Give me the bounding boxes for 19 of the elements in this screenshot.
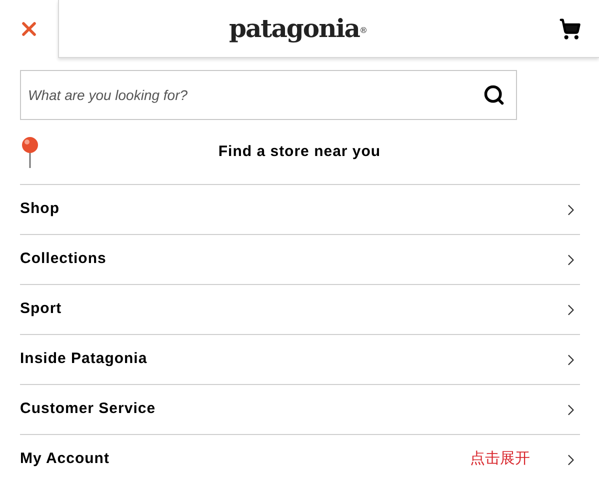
menu-item[interactable]: Collections [20,234,580,284]
menu-item-label: Sport [20,299,63,320]
store-locator-link[interactable]: Find a store near you [40,140,579,164]
menu-item-label: Inside Patagonia [20,349,148,370]
menu-item[interactable]: Inside Patagonia [20,334,580,384]
search-field[interactable]: What are you looking for? [20,70,517,120]
expand-hint: 点击展开 [470,449,530,470]
cart-icon[interactable] [559,18,581,40]
menu-item-label: Customer Service [20,399,157,420]
menu-item[interactable]: Shop [20,184,580,234]
search-icon[interactable] [483,84,505,106]
menu-item[interactable]: Customer Service [20,384,580,434]
logo[interactable]: patagonia$^{®}$ [229,10,366,48]
map-pin-icon [20,135,40,169]
menu-item-label: Shop [20,199,60,220]
menu-item[interactable]: Sport [20,284,580,334]
menu-item[interactable]: My Account 点击展开 [20,434,580,484]
menu-item-label: My Account [20,449,110,470]
menu-item-label: Collections [20,249,108,270]
